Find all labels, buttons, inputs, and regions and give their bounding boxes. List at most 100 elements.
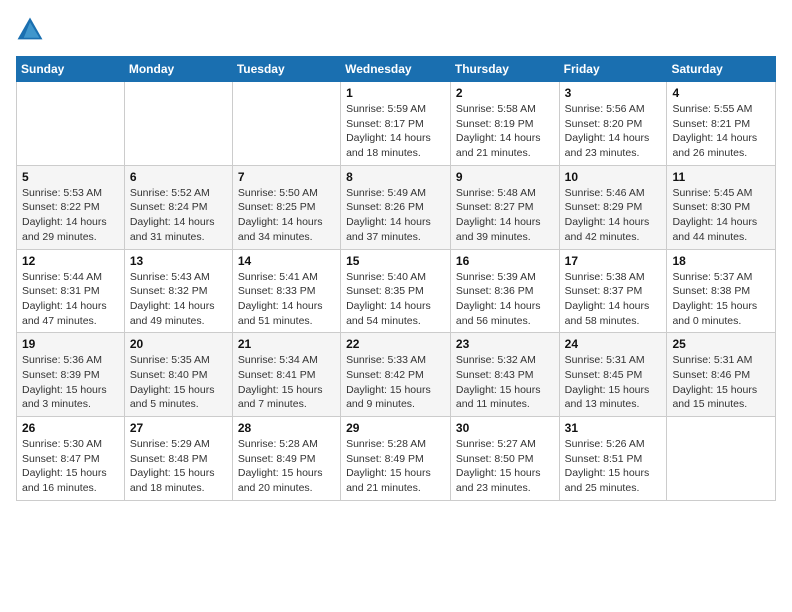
day-info: Sunrise: 5:35 AMSunset: 8:40 PMDaylight:…	[130, 353, 227, 412]
day-info: Sunrise: 5:37 AMSunset: 8:38 PMDaylight:…	[672, 270, 770, 329]
day-number: 23	[456, 337, 554, 351]
calendar-cell	[17, 82, 125, 166]
day-number: 17	[565, 254, 662, 268]
day-info: Sunrise: 5:44 AMSunset: 8:31 PMDaylight:…	[22, 270, 119, 329]
logo	[16, 16, 48, 44]
day-info: Sunrise: 5:58 AMSunset: 8:19 PMDaylight:…	[456, 102, 554, 161]
day-info: Sunrise: 5:55 AMSunset: 8:21 PMDaylight:…	[672, 102, 770, 161]
day-number: 30	[456, 421, 554, 435]
day-number: 28	[238, 421, 335, 435]
calendar-cell: 16 Sunrise: 5:39 AMSunset: 8:36 PMDayligh…	[450, 249, 559, 333]
day-number: 1	[346, 86, 445, 100]
weekday-header: Tuesday	[232, 57, 340, 82]
day-number: 2	[456, 86, 554, 100]
calendar-cell: 11Sunrise: 5:45 AMSunset: 8:30 PMDayligh…	[667, 165, 776, 249]
calendar-cell: 12 Sunrise: 5:44 AMSunset: 8:31 PMDayligh…	[17, 249, 125, 333]
day-info: Sunrise: 5:46 AMSunset: 8:29 PMDaylight:…	[565, 186, 662, 245]
day-info: Sunrise: 5:32 AMSunset: 8:43 PMDaylight:…	[456, 353, 554, 412]
day-number: 22	[346, 337, 445, 351]
day-info: Sunrise: 5:31 AMSunset: 8:45 PMDaylight:…	[565, 353, 662, 412]
day-info: Sunrise: 5:28 AMSunset: 8:49 PMDaylight:…	[238, 437, 335, 496]
day-info: Sunrise: 5:49 AMSunset: 8:26 PMDaylight:…	[346, 186, 445, 245]
day-info: Sunrise: 5:43 AMSunset: 8:32 PMDaylight:…	[130, 270, 227, 329]
calendar-week-row: 12 Sunrise: 5:44 AMSunset: 8:31 PMDayligh…	[17, 249, 776, 333]
day-number: 27	[130, 421, 227, 435]
calendar-header: SundayMondayTuesdayWednesdayThursdayFrid…	[17, 57, 776, 82]
calendar-cell: 1 Sunrise: 5:59 AMSunset: 8:17 PMDaylight…	[341, 82, 451, 166]
day-number: 29	[346, 421, 445, 435]
calendar-week-row: 26 Sunrise: 5:30 AMSunset: 8:47 PMDayligh…	[17, 417, 776, 501]
weekday-header: Monday	[124, 57, 232, 82]
day-info: Sunrise: 5:33 AMSunset: 8:42 PMDaylight:…	[346, 353, 445, 412]
calendar-cell: 22 Sunrise: 5:33 AMSunset: 8:42 PMDayligh…	[341, 333, 451, 417]
day-info: Sunrise: 5:34 AMSunset: 8:41 PMDaylight:…	[238, 353, 335, 412]
day-number: 31	[565, 421, 662, 435]
day-info: Sunrise: 5:28 AMSunset: 8:49 PMDaylight:…	[346, 437, 445, 496]
day-number: 3	[565, 86, 662, 100]
day-number: 19	[22, 337, 119, 351]
day-info: Sunrise: 5:52 AMSunset: 8:24 PMDaylight:…	[130, 186, 227, 245]
calendar-cell: 7 Sunrise: 5:50 AMSunset: 8:25 PMDaylight…	[232, 165, 340, 249]
day-number: 14	[238, 254, 335, 268]
calendar-cell: 9 Sunrise: 5:48 AMSunset: 8:27 PMDaylight…	[450, 165, 559, 249]
calendar-cell: 19Sunrise: 5:36 AMSunset: 8:39 PMDayligh…	[17, 333, 125, 417]
calendar-cell: 20 Sunrise: 5:35 AMSunset: 8:40 PMDayligh…	[124, 333, 232, 417]
day-info: Sunrise: 5:39 AMSunset: 8:36 PMDaylight:…	[456, 270, 554, 329]
weekday-header: Wednesday	[341, 57, 451, 82]
day-number: 4	[672, 86, 770, 100]
day-info: Sunrise: 5:56 AMSunset: 8:20 PMDaylight:…	[565, 102, 662, 161]
weekday-header: Thursday	[450, 57, 559, 82]
day-number: 12	[22, 254, 119, 268]
calendar-cell: 21 Sunrise: 5:34 AMSunset: 8:41 PMDayligh…	[232, 333, 340, 417]
day-number: 25	[672, 337, 770, 351]
calendar-week-row: 1 Sunrise: 5:59 AMSunset: 8:17 PMDaylight…	[17, 82, 776, 166]
calendar-week-row: 5 Sunrise: 5:53 AMSunset: 8:22 PMDaylight…	[17, 165, 776, 249]
day-number: 21	[238, 337, 335, 351]
calendar-cell: 30Sunrise: 5:27 AMSunset: 8:50 PMDayligh…	[450, 417, 559, 501]
day-number: 11	[672, 170, 770, 184]
day-number: 6	[130, 170, 227, 184]
day-number: 20	[130, 337, 227, 351]
weekday-header: Sunday	[17, 57, 125, 82]
day-info: Sunrise: 5:30 AMSunset: 8:47 PMDaylight:…	[22, 437, 119, 496]
calendar-table: SundayMondayTuesdayWednesdayThursdayFrid…	[16, 56, 776, 501]
calendar-cell: 25 Sunrise: 5:31 AMSunset: 8:46 PMDayligh…	[667, 333, 776, 417]
calendar-cell: 6 Sunrise: 5:52 AMSunset: 8:24 PMDaylight…	[124, 165, 232, 249]
calendar-cell: 5 Sunrise: 5:53 AMSunset: 8:22 PMDaylight…	[17, 165, 125, 249]
calendar-cell: 31Sunrise: 5:26 AMSunset: 8:51 PMDayligh…	[559, 417, 667, 501]
calendar-cell: 28 Sunrise: 5:28 AMSunset: 8:49 PMDayligh…	[232, 417, 340, 501]
day-info: Sunrise: 5:41 AMSunset: 8:33 PMDaylight:…	[238, 270, 335, 329]
day-number: 15	[346, 254, 445, 268]
calendar-cell: 14 Sunrise: 5:41 AMSunset: 8:33 PMDayligh…	[232, 249, 340, 333]
calendar-cell: 3 Sunrise: 5:56 AMSunset: 8:20 PMDaylight…	[559, 82, 667, 166]
day-number: 13	[130, 254, 227, 268]
calendar-cell: 26 Sunrise: 5:30 AMSunset: 8:47 PMDayligh…	[17, 417, 125, 501]
calendar-cell	[124, 82, 232, 166]
calendar-cell	[667, 417, 776, 501]
day-info: Sunrise: 5:53 AMSunset: 8:22 PMDaylight:…	[22, 186, 119, 245]
page-header	[16, 16, 776, 44]
weekday-header: Friday	[559, 57, 667, 82]
calendar-cell: 2 Sunrise: 5:58 AMSunset: 8:19 PMDaylight…	[450, 82, 559, 166]
calendar-cell: 27 Sunrise: 5:29 AMSunset: 8:48 PMDayligh…	[124, 417, 232, 501]
day-number: 24	[565, 337, 662, 351]
weekday-header: Saturday	[667, 57, 776, 82]
day-number: 7	[238, 170, 335, 184]
day-number: 8	[346, 170, 445, 184]
day-number: 18	[672, 254, 770, 268]
day-number: 10	[565, 170, 662, 184]
calendar-cell: 23 Sunrise: 5:32 AMSunset: 8:43 PMDayligh…	[450, 333, 559, 417]
calendar-cell: 13 Sunrise: 5:43 AMSunset: 8:32 PMDayligh…	[124, 249, 232, 333]
calendar-cell: 15Sunrise: 5:40 AMSunset: 8:35 PMDayligh…	[341, 249, 451, 333]
day-number: 26	[22, 421, 119, 435]
day-number: 16	[456, 254, 554, 268]
day-info: Sunrise: 5:59 AMSunset: 8:17 PMDaylight:…	[346, 102, 445, 161]
day-info: Sunrise: 5:31 AMSunset: 8:46 PMDaylight:…	[672, 353, 770, 412]
calendar-cell: 8 Sunrise: 5:49 AMSunset: 8:26 PMDaylight…	[341, 165, 451, 249]
day-info: Sunrise: 5:29 AMSunset: 8:48 PMDaylight:…	[130, 437, 227, 496]
day-number: 9	[456, 170, 554, 184]
day-info: Sunrise: 5:48 AMSunset: 8:27 PMDaylight:…	[456, 186, 554, 245]
day-info: Sunrise: 5:50 AMSunset: 8:25 PMDaylight:…	[238, 186, 335, 245]
day-number: 5	[22, 170, 119, 184]
day-info: Sunrise: 5:38 AMSunset: 8:37 PMDaylight:…	[565, 270, 662, 329]
